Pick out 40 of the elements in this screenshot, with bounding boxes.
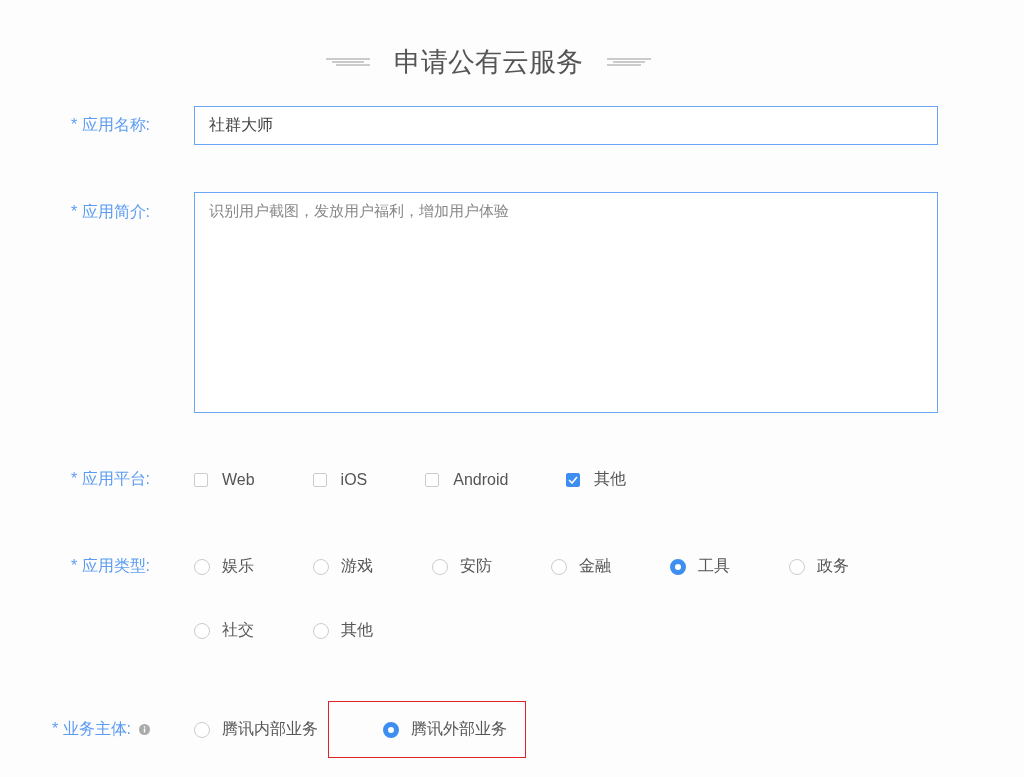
checkbox[interactable]: [425, 472, 440, 487]
option-label: 游戏: [341, 556, 373, 576]
radio-button[interactable]: [194, 558, 210, 575]
radio-button[interactable]: [313, 622, 329, 639]
radio-button[interactable]: [194, 721, 210, 738]
option-label: 政务: [817, 556, 849, 576]
option-label: 腾讯内部业务: [222, 719, 318, 739]
radio-button[interactable]: [194, 622, 210, 639]
option-label: 金融: [579, 556, 611, 576]
option-label: Android: [453, 470, 509, 489]
option-label: 工具: [698, 556, 730, 576]
radio-button[interactable]: [789, 558, 805, 575]
option-label: 其他: [341, 620, 373, 640]
checkbox[interactable]: [312, 472, 327, 487]
option-label: 腾讯外部业务: [411, 719, 507, 739]
field-label: * 业务主体:: [51, 719, 131, 739]
checkbox[interactable]: [194, 472, 208, 487]
app-name-input[interactable]: 社群大师: [194, 106, 938, 145]
radio-button[interactable]: [551, 558, 567, 575]
option-label: 娱乐: [222, 556, 254, 576]
decorative-lines-icon: [607, 56, 651, 68]
radio-button[interactable]: [432, 558, 448, 575]
radio-option[interactable]: 腾讯内部业务: [194, 719, 318, 740]
decorative-lines-icon: [326, 56, 370, 68]
field-label: * 应用简介:: [69, 202, 150, 222]
radio-button[interactable]: [383, 721, 399, 738]
option-label: iOS: [340, 470, 368, 489]
field-label: * 应用类型:: [69, 556, 150, 576]
radio-button[interactable]: [313, 558, 329, 575]
field-label: * 应用名称:: [69, 115, 150, 135]
option-label: Web: [222, 470, 255, 489]
info-icon: [139, 724, 150, 735]
radio-button[interactable]: [670, 558, 686, 575]
option-label: 安防: [460, 556, 492, 576]
page-title: 申请公有云服务: [394, 46, 583, 79]
option-label: 其他: [594, 469, 627, 489]
checkbox[interactable]: [566, 472, 581, 487]
app-intro-textarea[interactable]: 识别用户截图，发放用户福利，增加用户体验: [194, 192, 938, 413]
field-label: * 应用平台:: [69, 469, 150, 489]
option-label: 社交: [222, 620, 254, 640]
